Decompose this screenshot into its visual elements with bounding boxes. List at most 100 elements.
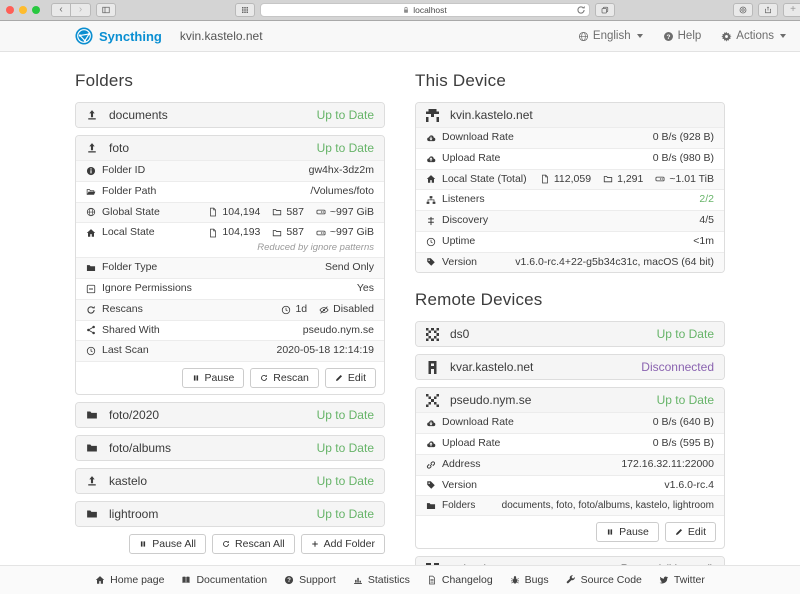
share-button[interactable] <box>758 3 778 17</box>
device-status: Up to Date <box>657 393 714 407</box>
folder-panel-foto: foto Up to Date Folder ID gw4hx-3dz2m Fo… <box>75 135 385 395</box>
back-button[interactable]: ‹ <box>51 3 71 17</box>
tag-icon <box>426 257 436 267</box>
remote-devices-title: Remote Devices <box>415 290 725 310</box>
row-value: v1.6.0-rc.4 <box>664 478 714 494</box>
row-value: documents, foto, foto/albums, kastelo, l… <box>502 498 714 513</box>
folder-header-foto-2020[interactable]: foto/2020 Up to Date <box>76 403 384 427</box>
rescan-all-button[interactable]: Rescan All <box>212 534 295 554</box>
folder-icon <box>86 263 96 273</box>
row-value: v1.6.0-rc.4+22-g5b34c31c, macOS (64 bit) <box>515 255 714 271</box>
home-icon <box>426 174 436 184</box>
row-value: 104,194 587 ~997 GiB <box>208 205 374 221</box>
table-row: Local State (Total) 112,059 1,291 ~1.01 … <box>416 169 724 190</box>
share-icon <box>86 325 96 335</box>
zoom-window-button[interactable] <box>32 6 40 14</box>
footer-link-bugs[interactable]: Bugs <box>510 574 549 586</box>
device-status: Up to Date <box>657 327 714 341</box>
this-device-title: This Device <box>415 71 725 91</box>
device-panel-uploads: uploads Paused (Unused) <box>415 556 725 565</box>
this-device-panel: kvin.kastelo.net Download Rate 0 B/s (92… <box>415 102 725 273</box>
row-value: 2/2 <box>699 192 714 208</box>
row-value: 0 B/s (595 B) <box>653 436 714 452</box>
device-identicon <box>426 361 439 374</box>
footer-link-support[interactable]: Support <box>284 574 336 586</box>
gear-icon <box>721 31 732 42</box>
folder-panel-kastelo: kastelo Up to Date <box>75 468 385 494</box>
forward-button[interactable]: › <box>71 3 91 17</box>
sidebar-toggle-button[interactable] <box>96 3 116 17</box>
row-label: Version <box>442 255 477 271</box>
close-window-button[interactable] <box>6 6 14 14</box>
footer-link-documentation[interactable]: Documentation <box>181 574 267 586</box>
folder-header-kastelo[interactable]: kastelo Up to Date <box>76 469 384 493</box>
row-value: 0 B/s (640 B) <box>653 415 714 431</box>
row-label: Version <box>442 478 477 494</box>
device-header-kvar[interactable]: kvar.kastelo.net Disconnected <box>416 355 724 379</box>
row-value: /Volumes/foto <box>310 184 374 200</box>
folder-header-foto-albums[interactable]: foto/albums Up to Date <box>76 436 384 460</box>
folder-header-foto[interactable]: foto Up to Date <box>76 136 384 160</box>
footer-link-twitter[interactable]: Twitter <box>659 574 705 586</box>
send-only-folder-icon <box>86 109 98 121</box>
folder-header-documents[interactable]: documents Up to Date <box>76 103 384 127</box>
footer-link-home[interactable]: Home page <box>95 574 164 586</box>
downloads-button[interactable] <box>733 3 753 17</box>
file-text-icon <box>427 575 437 585</box>
this-device-header[interactable]: kvin.kastelo.net <box>416 103 724 127</box>
rescan-button[interactable]: Rescan <box>250 368 319 388</box>
address-bar[interactable]: localhost <box>260 3 590 17</box>
row-label: Local State <box>102 225 155 241</box>
footer-link-statistics[interactable]: Statistics <box>353 574 410 586</box>
refresh-icon <box>222 540 230 548</box>
row-label: Ignore Permissions <box>102 281 192 297</box>
table-row: Rescans 1d Disabled <box>76 299 384 320</box>
pause-all-folders-button[interactable]: Pause All <box>129 534 206 554</box>
footer-link-changelog[interactable]: Changelog <box>427 574 493 586</box>
folder-status: Up to Date <box>317 441 374 455</box>
send-only-folder-icon <box>86 475 98 487</box>
edit-button[interactable]: Edit <box>325 368 376 388</box>
row-label: Discovery <box>442 213 488 229</box>
help-menu[interactable]: Help <box>663 30 702 42</box>
row-value: Yes <box>357 281 374 297</box>
device-header-pseudo[interactable]: pseudo.nym.se Up to Date <box>416 388 724 412</box>
device-header-ds0[interactable]: ds0 Up to Date <box>416 322 724 346</box>
tab-overview-button[interactable] <box>595 3 615 17</box>
footer-link-source-code[interactable]: Source Code <box>566 574 642 586</box>
actions-label: Actions <box>736 30 774 42</box>
folder-icon <box>86 409 98 421</box>
pause-icon <box>192 374 200 382</box>
reload-icon[interactable] <box>576 5 586 15</box>
row-label: Download Rate <box>442 415 514 431</box>
question-icon <box>284 575 294 585</box>
caret-down-icon <box>780 34 786 38</box>
pause-device-button[interactable]: Pause <box>596 522 659 542</box>
link-icon <box>426 460 436 470</box>
row-label: Address <box>442 457 481 473</box>
brand[interactable]: Syncthing <box>75 27 162 45</box>
table-row: Shared With pseudo.nym.se <box>76 320 384 341</box>
favorites-grid-button[interactable] <box>235 3 255 17</box>
device-header-uploads[interactable]: uploads Paused (Unused) <box>416 557 724 565</box>
add-folder-button[interactable]: Add Folder <box>301 534 385 554</box>
pause-button[interactable]: Pause <box>182 368 245 388</box>
row-label: Global State <box>102 205 160 221</box>
browser-chrome: ‹ › localhost + <box>0 0 800 21</box>
table-row: Folder ID gw4hx-3dz2m <box>76 160 384 181</box>
folder-header-lightroom[interactable]: lightroom Up to Date <box>76 502 384 526</box>
table-row: Upload Rate 0 B/s (595 B) <box>416 433 724 454</box>
minimize-window-button[interactable] <box>19 6 27 14</box>
twitter-icon <box>659 575 669 585</box>
table-row: Download Rate 0 B/s (640 B) <box>416 412 724 433</box>
folder-open-icon <box>86 187 96 197</box>
cloud-upload-icon <box>426 439 436 449</box>
actions-menu[interactable]: Actions <box>721 30 786 42</box>
new-tab-button[interactable]: + <box>783 3 800 17</box>
discovery-icon <box>426 216 436 226</box>
cloud-download-icon <box>426 133 436 143</box>
refresh-icon <box>86 305 96 315</box>
edit-device-button[interactable]: Edit <box>665 522 716 542</box>
plus-icon <box>311 540 319 548</box>
language-menu[interactable]: English <box>578 30 643 42</box>
